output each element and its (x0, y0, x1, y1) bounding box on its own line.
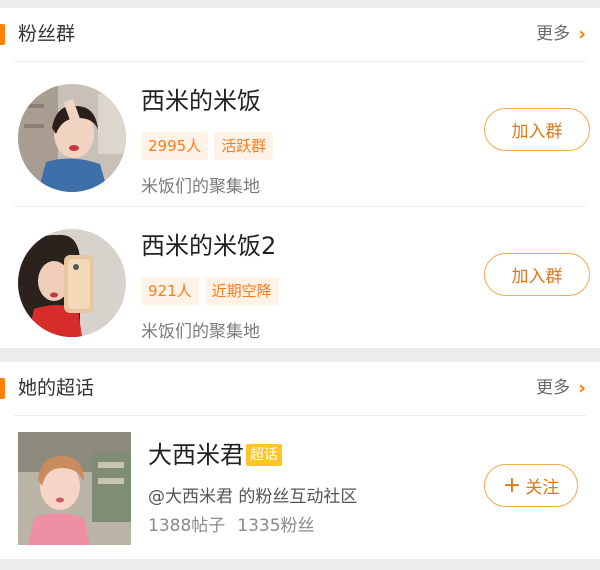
super-topic-name: 大西米君 (148, 441, 244, 469)
group-avatar (18, 84, 126, 192)
super-topic-badge: 超话 (246, 444, 282, 466)
join-group-button[interactable]: 加入群 (484, 108, 590, 151)
fan-group-item[interactable]: 西米的米饭2 921人 近期空降 米饭们的聚集地 加入群 (0, 207, 600, 351)
super-topic-thumbnail (18, 432, 131, 545)
more-label: 更多 (536, 24, 571, 44)
fan-groups-more-link[interactable]: 更多 › (536, 22, 586, 47)
activity-tag: 近期空降 (204, 277, 279, 305)
group-name: 西米的米饭 (141, 87, 261, 115)
fan-groups-header: 粉丝群 更多 › (0, 8, 600, 61)
super-topic-header: 她的超话 更多 › (0, 362, 600, 415)
super-topic-more-link[interactable]: 更多 › (536, 376, 586, 401)
fan-groups-title: 粉丝群 (18, 23, 76, 45)
join-group-button[interactable]: 加入群 (484, 253, 590, 296)
group-avatar (18, 229, 126, 337)
chevron-right-icon: › (578, 377, 586, 399)
fan-group-item[interactable]: 西米的米饭 2995人 活跃群 米饭们的聚集地 加入群 (0, 62, 600, 206)
super-topic-description: @大西米君 的粉丝互动社区 (148, 487, 358, 507)
member-count-tag: 2995人 (141, 132, 209, 160)
chevron-right-icon: › (578, 23, 586, 45)
super-topic-title: 她的超话 (18, 377, 95, 399)
group-tags: 2995人 活跃群 (141, 132, 274, 160)
group-description: 米饭们的聚集地 (141, 322, 260, 342)
post-count: 1388帖子 (148, 516, 226, 536)
member-count-tag: 921人 (141, 277, 199, 305)
group-tags: 921人 近期空降 (141, 277, 279, 305)
fan-groups-section: 粉丝群 更多 › 西米的米饭 2995人 活跃群 米饭们的聚集地 加入群 西米的… (0, 8, 600, 348)
section-accent-bar (0, 378, 5, 399)
super-topic-section: 她的超话 更多 › 大西米君 超话 @大西米君 的粉丝互动社区 1388帖子 1… (0, 362, 600, 559)
group-name: 西米的米饭2 (141, 232, 277, 260)
follow-label: 关注 (525, 478, 560, 498)
super-topic-item[interactable]: 大西米君 超话 @大西米君 的粉丝互动社区 1388帖子 1335粉丝 + 关注 (0, 416, 600, 559)
follow-button[interactable]: + 关注 (484, 464, 578, 507)
more-label: 更多 (536, 378, 571, 398)
super-topic-name-row: 大西米君 超话 (148, 440, 282, 470)
section-accent-bar (0, 24, 5, 45)
fan-count: 1335粉丝 (237, 516, 315, 536)
plus-icon: + (502, 472, 522, 498)
group-description: 米饭们的聚集地 (141, 177, 260, 197)
super-topic-stats: 1388帖子 1335粉丝 (148, 515, 315, 537)
activity-tag: 活跃群 (214, 132, 274, 160)
